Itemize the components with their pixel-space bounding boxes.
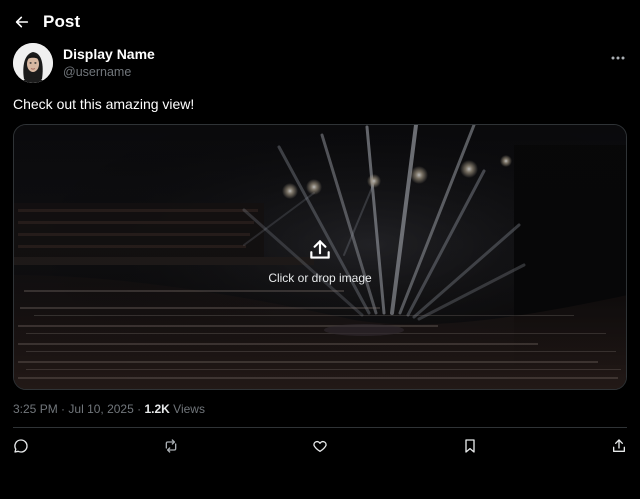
action-bar <box>13 436 627 456</box>
reply-button[interactable] <box>13 437 29 455</box>
repost-icon <box>165 439 176 453</box>
post-text: Check out this amazing view! <box>13 96 195 112</box>
user-avatar-icon <box>13 43 53 83</box>
meta-separator: · <box>137 402 142 416</box>
upload-overlay[interactable]: Click or drop image <box>14 125 626 389</box>
post-author: Display Name @username <box>13 43 627 83</box>
more-horizontal-icon <box>611 56 625 60</box>
share-icon <box>613 439 625 452</box>
like-button[interactable] <box>312 437 328 455</box>
media-dropzone[interactable]: Click or drop image <box>13 124 627 390</box>
bookmark-button[interactable] <box>462 437 478 455</box>
share-button[interactable] <box>611 437 627 455</box>
repost-button[interactable] <box>163 437 179 455</box>
meta-separator: · <box>61 402 66 416</box>
display-name[interactable]: Display Name <box>63 45 155 63</box>
page-header: Post <box>0 0 640 44</box>
heart-icon <box>313 440 327 452</box>
avatar[interactable] <box>13 43 53 83</box>
author-text: Display Name @username <box>63 45 155 81</box>
bookmark-icon <box>464 439 475 453</box>
post-time[interactable]: 3:25 PM <box>13 402 58 416</box>
arrow-left-icon <box>15 16 29 28</box>
more-options-button[interactable] <box>609 49 627 67</box>
post-page: Post Display Name @username Check out th… <box>0 0 640 499</box>
views-count: 1.2K <box>144 402 170 416</box>
views-label: Views <box>173 402 205 416</box>
post-meta: 3:25 PM · Jul 10, 2025 · 1.2K Views <box>13 401 205 417</box>
back-button[interactable] <box>13 13 31 31</box>
post-date[interactable]: Jul 10, 2025 <box>68 402 133 416</box>
reply-icon <box>14 439 28 453</box>
upload-label: Click or drop image <box>268 271 372 285</box>
upload-icon <box>310 240 330 259</box>
username[interactable]: @username <box>63 63 155 81</box>
divider <box>13 427 627 428</box>
page-title: Post <box>43 12 81 31</box>
